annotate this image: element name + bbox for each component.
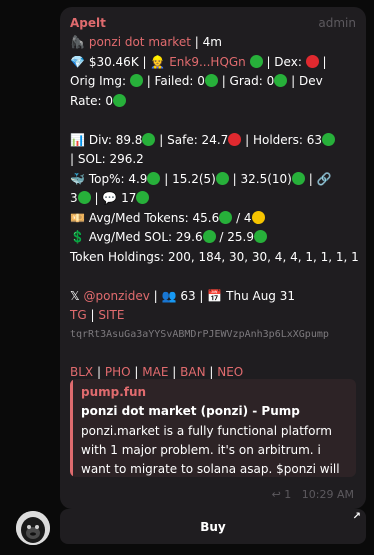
message-time: 10:29 AM	[301, 488, 354, 501]
buy-button[interactable]: Buy ↗	[60, 509, 366, 544]
status-green-icon	[142, 132, 156, 146]
separator: |	[96, 365, 102, 379]
separator: |	[172, 365, 177, 379]
separator: |	[209, 365, 214, 379]
avg-sol-med: / 25.9	[219, 230, 254, 244]
avg-sol-label: Avg/Med SOL: 29.6	[88, 230, 203, 244]
message-text: 🦍 ponzi dot market | 4m 💎 $30.46K | 👷 En…	[70, 33, 360, 383]
bot-link-pho[interactable]: PHO	[105, 365, 131, 379]
preview-description: ponzi.market is a fully functional platf…	[81, 424, 340, 476]
status-green-icon	[204, 74, 218, 87]
status-green-icon	[136, 191, 150, 204]
top-3: | 32.5(10)	[232, 171, 292, 186]
status-yellow-icon	[251, 210, 265, 224]
buy-button-label: Buy	[200, 519, 226, 534]
sol-label: | SOL: 296.2	[70, 152, 144, 166]
avg-tokens-med: / 4	[236, 210, 252, 225]
holders-label: | Holders: 63	[245, 132, 322, 147]
calendar-icon: 📅	[207, 288, 223, 303]
message-bubble: Apelt admin 🦍 ponzi dot market | 4m 💎 $3…	[60, 7, 366, 509]
comments-count: 17	[121, 191, 137, 205]
status-green-icon	[219, 210, 233, 224]
orig-img-label: Orig Img:	[70, 74, 127, 88]
external-arrow-icon: ↗	[352, 511, 361, 522]
status-red-icon	[305, 54, 319, 68]
grad-label: | Grad: 0	[221, 74, 275, 88]
separator: |	[90, 308, 95, 322]
gorilla-avatar-icon	[16, 511, 50, 545]
bot-link-mae[interactable]: MAE	[142, 365, 168, 379]
token-holdings: Token Holdings: 200, 184, 30, 30, 4, 4, …	[70, 249, 359, 264]
top-label: Top%: 4.9	[88, 171, 148, 186]
speech-bubble-icon: 💬	[102, 191, 118, 205]
bot-link-blx[interactable]: BLX	[70, 365, 93, 379]
market-cap: $30.46K |	[88, 54, 147, 69]
preview-accent-bar	[70, 379, 73, 477]
separator: |	[134, 365, 139, 379]
status-green-icon	[249, 54, 263, 68]
dev-wallet-link[interactable]: Enk9...HQGn	[169, 55, 246, 69]
status-green-icon	[274, 74, 288, 87]
separator: |	[153, 288, 158, 303]
token-age: | 4m	[194, 35, 222, 49]
person-icon: 👷	[150, 54, 166, 69]
status-green-icon	[147, 171, 161, 185]
status-green-icon	[129, 74, 143, 87]
rate-label: Rate: 0	[70, 93, 114, 108]
gorilla-icon: 🦍	[70, 35, 85, 49]
status-green-icon	[77, 191, 91, 204]
bot-link-neo[interactable]: NEO	[217, 365, 243, 379]
comments-sep: |	[94, 191, 99, 205]
bar-chart-icon: 📊	[70, 132, 85, 147]
sender-name[interactable]: Apelt	[70, 16, 106, 30]
whale-icon: 🐳	[70, 171, 85, 186]
twitter-handle-link[interactable]: @ponzidev	[84, 289, 150, 303]
link-count: 3	[70, 191, 78, 205]
x-icon: 𝕏	[70, 288, 80, 303]
tg-link[interactable]: TG	[70, 308, 87, 322]
reply-count: 1	[284, 488, 292, 501]
preview-title: ponzi dot market (ponzi) - Pump	[81, 404, 300, 418]
dev-rate-label: | Dev	[291, 74, 323, 88]
reply-arrow-icon[interactable]: ↩	[272, 488, 281, 501]
failed-label: | Failed: 0	[146, 74, 205, 88]
dollar-icon: 💲	[70, 230, 85, 244]
people-icon: 👥	[161, 288, 177, 303]
sender-role: admin	[318, 16, 356, 30]
status-green-icon	[321, 132, 335, 146]
status-red-icon	[228, 132, 242, 146]
status-green-icon	[215, 171, 229, 185]
followers-count: 63 |	[180, 288, 204, 303]
top-4-sep: |	[308, 171, 313, 186]
top-2: | 15.2(5)	[164, 171, 216, 186]
contract-address[interactable]: tqrRt3AsuGa3aYYSvABMDrPJEWVzpAnh3p6LxXGp…	[70, 326, 360, 344]
diamond-icon: 💎	[70, 54, 85, 69]
message-meta: ↩ 1 10:29 AM	[272, 488, 354, 501]
status-green-icon	[113, 93, 127, 107]
avatar[interactable]	[16, 511, 50, 545]
site-link[interactable]: SITE	[98, 308, 124, 322]
dex-label: | Dex:	[266, 54, 302, 69]
token-name-link[interactable]: ponzi dot market	[89, 35, 191, 49]
safe-label: | Safe: 24.7	[159, 132, 229, 147]
div-label: Div: 89.8	[88, 132, 143, 147]
link-icon: 🔗	[316, 171, 332, 186]
status-green-icon	[291, 171, 305, 185]
preview-site-name: pump.fun	[81, 385, 147, 399]
created-date: Thu Aug 31	[226, 288, 296, 303]
bot-link-ban[interactable]: BAN	[180, 365, 205, 379]
status-green-icon	[202, 230, 216, 243]
separator: |	[322, 54, 327, 69]
status-green-icon	[254, 230, 267, 243]
banknote-icon: 💴	[70, 210, 85, 225]
avg-tokens-label: Avg/Med Tokens: 45.6	[88, 210, 220, 225]
link-preview[interactable]: pump.fun ponzi dot market (ponzi) - Pump…	[70, 379, 356, 477]
